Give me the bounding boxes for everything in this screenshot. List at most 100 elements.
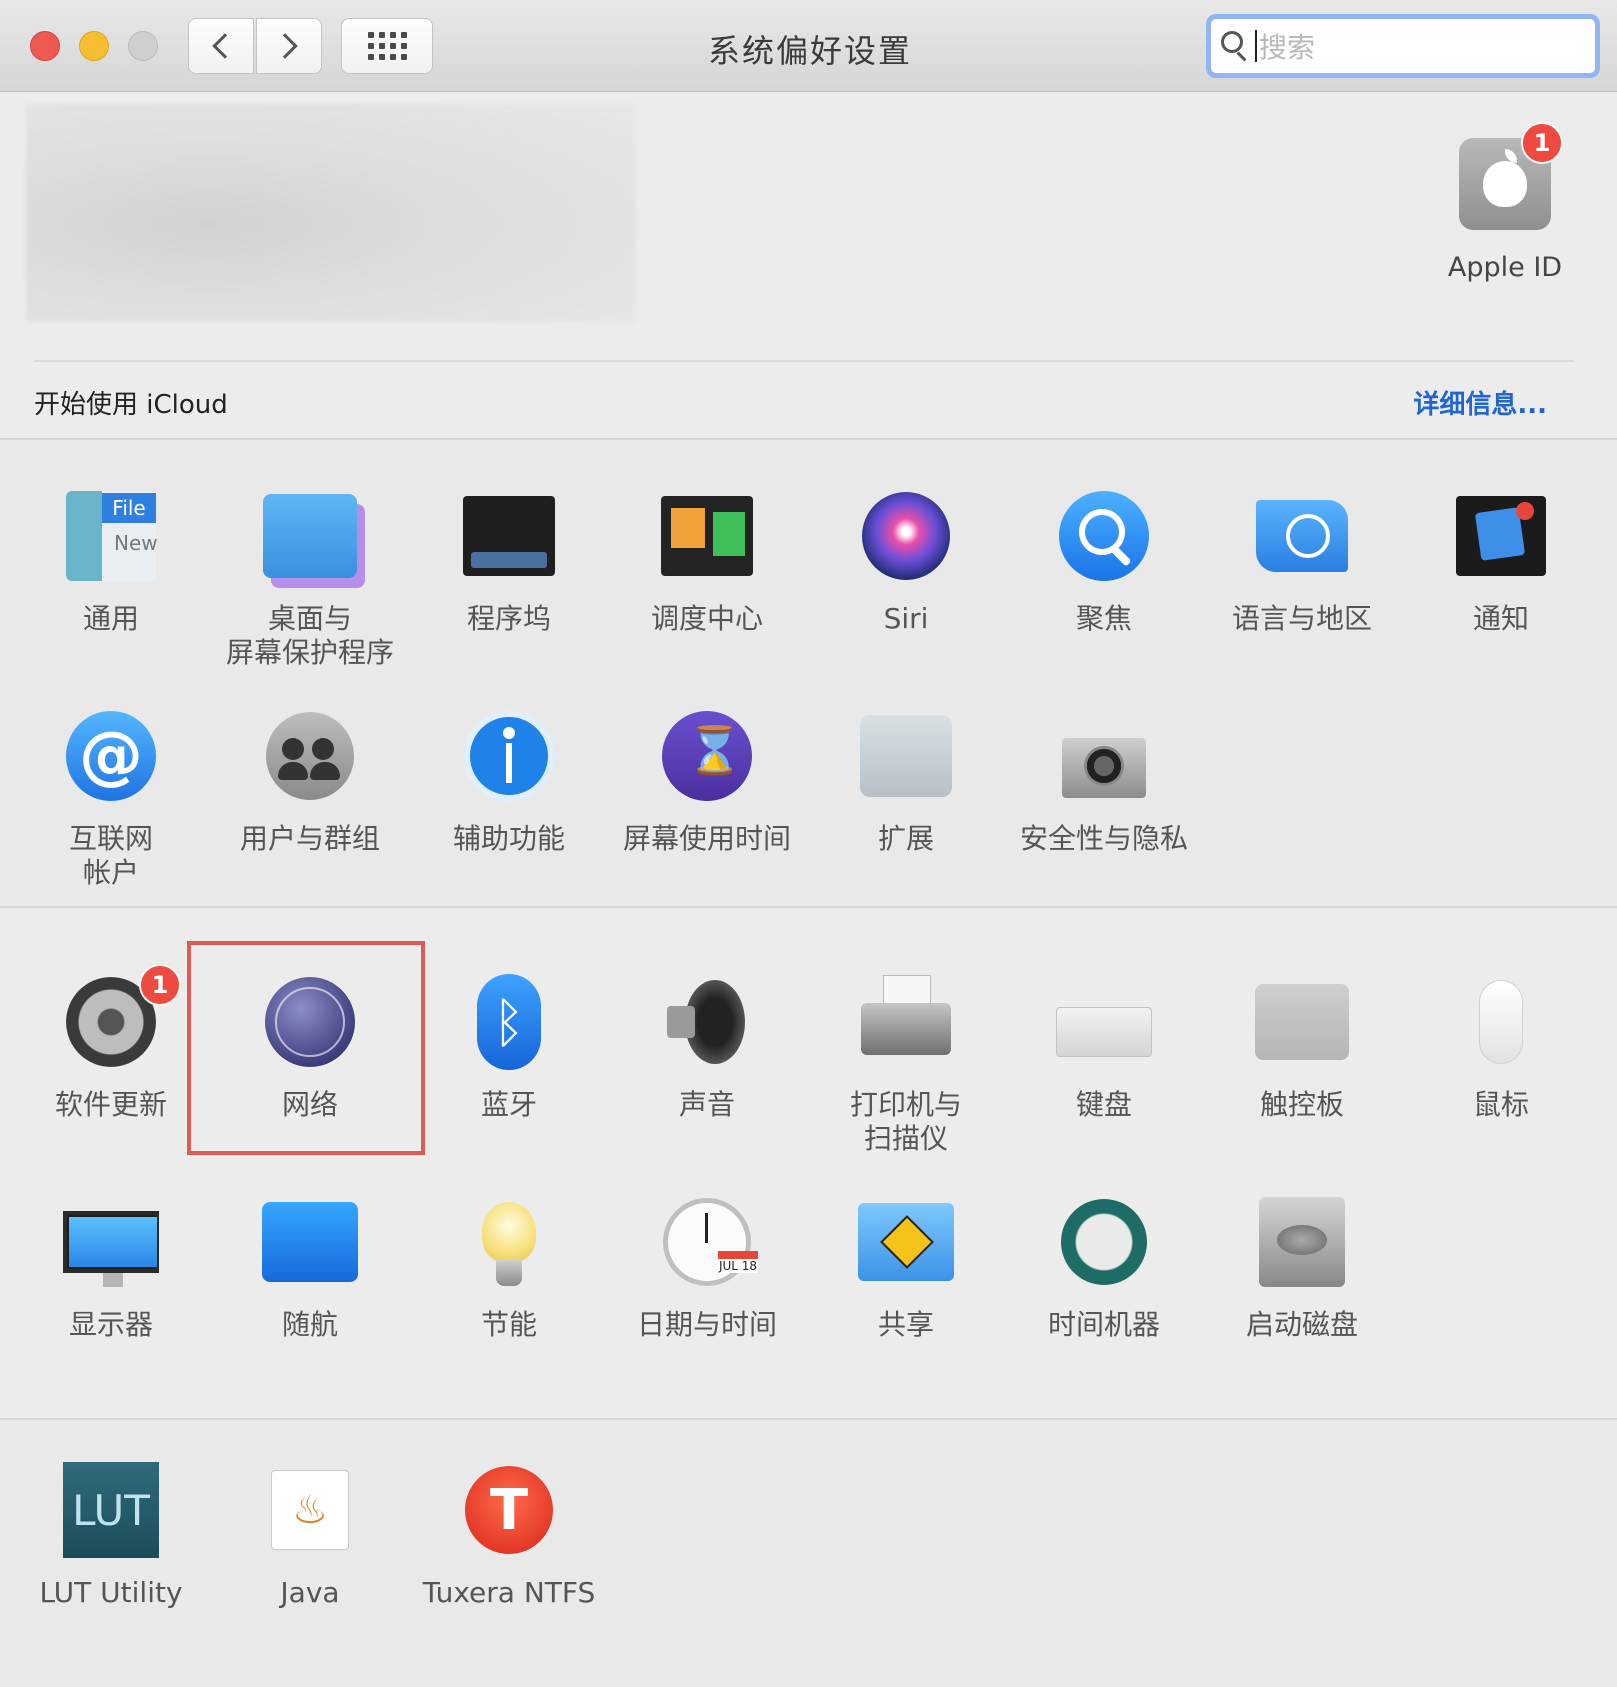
mouse-icon	[1479, 980, 1523, 1064]
pane-siri[interactable]: Siri	[807, 488, 1005, 636]
pane-label: 键盘	[1075, 1088, 1132, 1121]
notification-badge: 1	[139, 964, 181, 1006]
pane-label: 桌面与 屏幕保护程序	[225, 602, 394, 669]
pane-time-machine[interactable]: 时间机器	[1005, 1194, 1203, 1342]
pane-users-groups[interactable]: 用户与群组	[211, 708, 409, 856]
pane-spotlight[interactable]: 聚焦	[1005, 488, 1203, 636]
pane-label: 用户与群组	[239, 822, 380, 855]
icloud-prompt: 开始使用 iCloud	[34, 390, 228, 420]
grid-icon	[367, 32, 407, 60]
siri-icon	[862, 492, 950, 580]
sharing-icon	[858, 1203, 954, 1281]
extensions-icon	[860, 715, 952, 797]
pane-label: Siri	[883, 602, 929, 635]
pane-security-privacy[interactable]: 安全性与隐私	[1005, 708, 1203, 856]
pane-startup-disk[interactable]: 启动磁盘	[1203, 1194, 1401, 1342]
security-privacy-icon	[1058, 710, 1150, 802]
pane-label: 启动磁盘	[1245, 1308, 1358, 1341]
pane-java[interactable]: ♨ Java	[211, 1462, 409, 1610]
date-time-icon	[663, 1198, 758, 1286]
spotlight-icon	[1059, 491, 1149, 581]
pane-label: 共享	[877, 1308, 934, 1341]
pane-label: 语言与地区	[1231, 602, 1372, 635]
network-icon	[265, 977, 355, 1067]
close-window-button[interactable]	[30, 31, 60, 61]
pane-sidecar[interactable]: 随航	[211, 1194, 409, 1342]
dock-icon	[463, 496, 555, 576]
pane-mission-control[interactable]: 调度中心	[608, 488, 806, 636]
general-icon	[66, 491, 158, 581]
apple-id-icon: 1	[1459, 122, 1563, 230]
displays-icon	[63, 1211, 159, 1287]
pane-label: 程序坞	[466, 602, 551, 635]
pane-trackpad[interactable]: 触控板	[1203, 974, 1401, 1122]
forward-button[interactable]	[256, 18, 322, 74]
pane-network[interactable]: 网络	[211, 974, 409, 1122]
language-region-icon	[1256, 500, 1348, 572]
pane-label: 互联网 帐户	[68, 822, 153, 889]
sidecar-icon	[262, 1202, 358, 1282]
chevron-right-icon	[272, 33, 298, 59]
details-link[interactable]: 详细信息...	[1413, 384, 1547, 421]
pane-label: 显示器	[68, 1308, 153, 1341]
pane-bluetooth[interactable]: ᛒ 蓝牙	[410, 974, 608, 1122]
pane-mouse[interactable]: 鼠标	[1402, 974, 1600, 1122]
printers-scanners-icon	[859, 975, 953, 1069]
sound-icon	[667, 976, 747, 1068]
pane-software-update[interactable]: 1 软件更新	[12, 964, 210, 1122]
java-icon: ♨	[271, 1470, 349, 1550]
show-all-button[interactable]	[341, 18, 433, 74]
title-bar: 系统偏好设置 搜索	[0, 0, 1617, 92]
back-button[interactable]	[188, 18, 254, 74]
pane-label: 调度中心	[650, 602, 763, 635]
pane-desktop-screensaver[interactable]: 桌面与 屏幕保护程序	[211, 488, 409, 670]
accessibility-icon	[464, 711, 554, 801]
pane-label: 随航	[281, 1308, 338, 1341]
minimize-window-button[interactable]	[79, 31, 109, 61]
pane-label: 节能	[480, 1308, 537, 1341]
pane-language-region[interactable]: 语言与地区	[1203, 488, 1401, 636]
pane-internet-accounts[interactable]: @ 互联网 帐户	[12, 708, 210, 890]
pane-lut-utility[interactable]: LUT LUT Utility	[12, 1462, 210, 1610]
startup-disk-icon	[1259, 1197, 1345, 1287]
pane-label: 辅助功能	[452, 822, 565, 855]
pane-screen-time[interactable]: 屏幕使用时间	[608, 708, 806, 856]
screen-time-icon	[662, 711, 752, 801]
pane-tuxera-ntfs[interactable]: T Tuxera NTFS	[410, 1462, 608, 1610]
pane-label: 时间机器	[1047, 1308, 1160, 1341]
pane-label: 日期与时间	[636, 1308, 777, 1341]
pane-keyboard[interactable]: 键盘	[1005, 974, 1203, 1122]
pane-label: 声音	[678, 1088, 735, 1121]
pane-dock[interactable]: 程序坞	[410, 488, 608, 636]
apple-id-pane[interactable]: 1 Apple ID	[1440, 122, 1570, 283]
pane-extensions[interactable]: 扩展	[807, 708, 1005, 856]
pane-notifications[interactable]: 通知	[1402, 488, 1600, 636]
energy-saver-icon	[482, 1202, 536, 1286]
pane-label: 打印机与 扫描仪	[849, 1088, 962, 1155]
pane-label: 触控板	[1259, 1088, 1344, 1121]
pane-label: Java	[280, 1576, 340, 1609]
pane-date-time[interactable]: 日期与时间	[608, 1194, 806, 1342]
pane-printers-scanners[interactable]: 打印机与 扫描仪	[807, 974, 1005, 1156]
search-field[interactable]: 搜索	[1206, 14, 1600, 78]
pane-accessibility[interactable]: 辅助功能	[410, 708, 608, 856]
pane-general[interactable]: 通用	[12, 488, 210, 636]
notification-badge: 1	[1521, 122, 1563, 164]
pane-sharing[interactable]: 共享	[807, 1194, 1005, 1342]
pane-sound[interactable]: 声音	[608, 974, 806, 1122]
pane-label: 聚焦	[1075, 602, 1132, 635]
account-avatar-blurred[interactable]	[26, 104, 636, 322]
pane-label: 鼠标	[1472, 1088, 1529, 1121]
bluetooth-icon: ᛒ	[477, 974, 541, 1070]
pane-label: 蓝牙	[480, 1088, 537, 1121]
chevron-left-icon	[212, 33, 238, 59]
text-cursor	[1255, 30, 1257, 62]
apple-id-label: Apple ID	[1447, 252, 1563, 283]
pane-energy-saver[interactable]: 节能	[410, 1194, 608, 1342]
lut-utility-icon: LUT	[63, 1462, 159, 1558]
pane-label: 安全性与隐私	[1019, 822, 1188, 855]
trackpad-icon	[1255, 984, 1349, 1060]
window-title: 系统偏好设置	[707, 32, 912, 70]
pane-displays[interactable]: 显示器	[12, 1194, 210, 1342]
zoom-window-button[interactable]	[128, 31, 158, 61]
